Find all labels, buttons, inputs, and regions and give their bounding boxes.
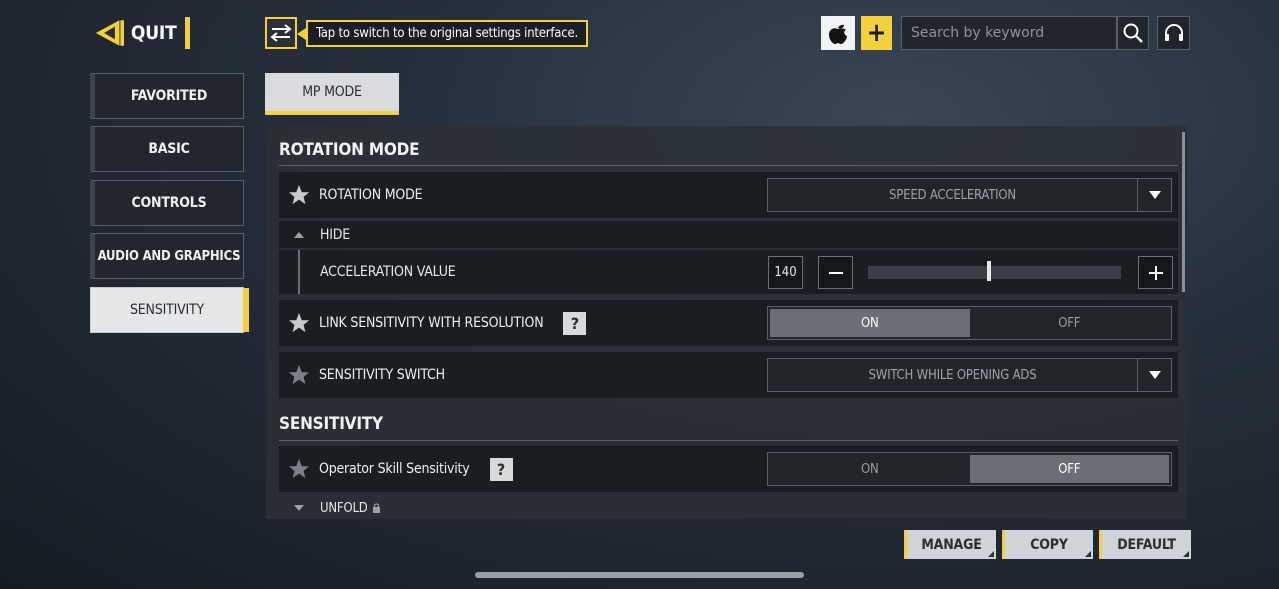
chevron-up-icon <box>294 231 304 238</box>
default-button[interactable]: DEFAULT <box>1099 530 1191 559</box>
help-icon[interactable]: ? <box>489 457 513 481</box>
section-divider <box>279 165 1178 166</box>
section-title-rotation-mode: ROTATION MODE <box>279 140 420 160</box>
dropdown-value: SWITCH WHILE OPENING ADS <box>868 367 1037 383</box>
acceleration-value-box[interactable]: 140 <box>768 256 803 289</box>
corner-mark <box>1085 551 1091 557</box>
switch-tooltip: Tap to switch to the original settings i… <box>306 20 589 47</box>
setting-row-link-sensitivity: LINK SENSITIVITY WITH RESOLUTION ? ON OF… <box>279 300 1178 346</box>
sidebar-item-basic[interactable]: BASIC <box>90 126 244 172</box>
home-indicator[interactable] <box>475 572 804 578</box>
operator-skill-toggle[interactable]: ON OFF <box>767 452 1172 486</box>
plus-icon: + <box>866 18 887 48</box>
chevron-down-icon[interactable] <box>1137 179 1171 211</box>
sidebar-item-label: BASIC <box>148 141 190 157</box>
corner-mark <box>1183 551 1189 557</box>
tab-label: MP MODE <box>302 84 362 100</box>
sidebar-item-label: CONTROLS <box>131 195 207 211</box>
button-label: DEFAULT <box>1117 536 1176 553</box>
add-button[interactable]: + <box>861 16 892 50</box>
manage-button[interactable]: MANAGE <box>904 530 996 559</box>
setting-label: LINK SENSITIVITY WITH RESOLUTION <box>319 315 544 331</box>
quit-label: QUIT <box>130 22 177 44</box>
increase-button[interactable] <box>1138 256 1173 289</box>
acceleration-slider[interactable] <box>868 266 1121 279</box>
hide-label: HIDE <box>320 226 351 243</box>
back-arrow-icon <box>95 20 125 46</box>
indent-line <box>298 250 300 294</box>
search-button[interactable] <box>1117 16 1149 50</box>
active-indicator <box>243 288 249 332</box>
sidebar-item-favorited[interactable]: FAVORITED <box>90 73 244 119</box>
button-label: COPY <box>1030 536 1068 553</box>
minus-icon <box>828 271 843 274</box>
toggle-off-option[interactable]: OFF <box>970 309 1170 337</box>
setting-label: ROTATION MODE <box>319 187 423 203</box>
sidebar-item-label: FAVORITED <box>130 88 208 104</box>
toggle-on-option[interactable]: ON <box>770 309 970 337</box>
search-icon <box>1123 23 1143 43</box>
switch-arrows-icon <box>270 24 292 42</box>
search-input[interactable] <box>901 16 1117 50</box>
setting-row-sensitivity-switch: SENSITIVITY SWITCH SWITCH WHILE OPENING … <box>279 352 1178 398</box>
switch-interface-button[interactable] <box>265 17 297 49</box>
favorite-star-icon[interactable] <box>279 364 319 386</box>
favorite-star-icon[interactable] <box>279 458 319 480</box>
corner-mark <box>988 551 994 557</box>
chevron-down-icon <box>294 505 304 511</box>
copy-button[interactable]: COPY <box>1002 530 1093 559</box>
rotation-mode-dropdown[interactable]: SPEED ACCELERATION <box>767 178 1172 212</box>
plus-icon <box>1148 265 1163 280</box>
setting-label: ACCELERATION VALUE <box>320 264 456 280</box>
sidebar-item-sensitivity[interactable]: SENSITIVITY <box>90 287 249 333</box>
headset-icon <box>1164 24 1183 41</box>
toggle-off-option[interactable]: OFF <box>969 455 1169 483</box>
quit-button[interactable]: QUIT <box>94 16 190 50</box>
section-divider <box>279 440 1178 441</box>
favorite-star-icon[interactable] <box>279 312 319 334</box>
sidebar-item-audio-graphics[interactable]: AUDIO AND GRAPHICS <box>90 233 244 279</box>
apple-button[interactable] <box>821 16 855 50</box>
support-button[interactable] <box>1157 16 1190 50</box>
setting-label: Operator Skill Sensitivity <box>319 461 470 477</box>
slider-thumb[interactable] <box>986 261 991 281</box>
quit-accent-bar <box>184 17 190 49</box>
sidebar-item-label: AUDIO AND GRAPHICS <box>97 248 241 264</box>
tooltip-arrow <box>297 28 306 40</box>
sensitivity-switch-dropdown[interactable]: SWITCH WHILE OPENING ADS <box>767 358 1172 392</box>
section-title-sensitivity: SENSITIVITY <box>279 414 383 434</box>
setting-row-operator-skill: Operator Skill Sensitivity ? ON OFF <box>279 446 1178 492</box>
unfold-label: UNFOLD <box>320 500 368 516</box>
setting-row-acceleration-value: ACCELERATION VALUE 140 <box>279 250 1178 294</box>
setting-row-rotation-mode: ROTATION MODE SPEED ACCELERATION <box>279 172 1178 218</box>
button-label: MANAGE <box>921 536 982 553</box>
expand-toggle[interactable]: UNFOLD <box>279 497 1178 519</box>
help-icon[interactable]: ? <box>563 311 587 335</box>
panel-scrollbar[interactable] <box>1182 132 1185 292</box>
favorite-star-icon[interactable] <box>279 184 319 206</box>
chevron-down-icon[interactable] <box>1137 359 1171 391</box>
apple-icon <box>829 24 847 44</box>
link-sensitivity-toggle[interactable]: ON OFF <box>767 306 1172 340</box>
dropdown-value: SPEED ACCELERATION <box>889 187 1016 203</box>
decrease-button[interactable] <box>818 256 853 289</box>
tab-mp-mode[interactable]: MP MODE <box>265 73 399 115</box>
setting-label: SENSITIVITY SWITCH <box>319 367 445 383</box>
collapse-toggle[interactable]: HIDE <box>279 221 1178 248</box>
toggle-on-option[interactable]: ON <box>770 455 970 483</box>
lock-icon <box>372 503 380 513</box>
sidebar-item-controls[interactable]: CONTROLS <box>90 180 244 226</box>
sidebar-item-label: SENSITIVITY <box>130 302 204 318</box>
